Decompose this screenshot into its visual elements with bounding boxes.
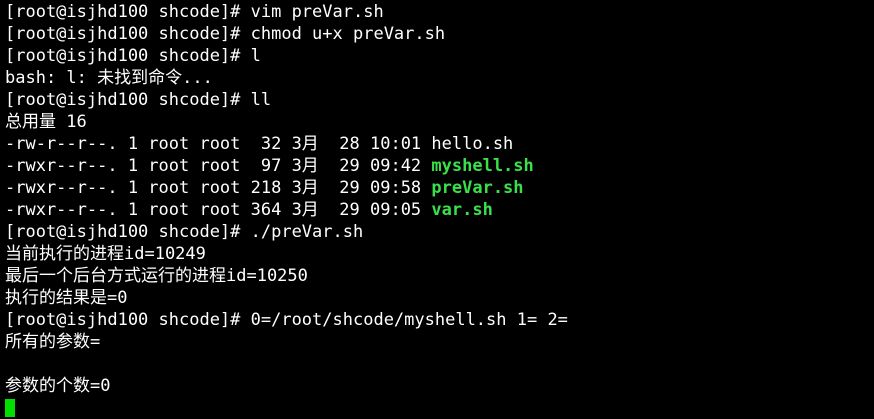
- file-listing-row: -rwxr--r--. 1 root root 97 3月 29 09:42 m…: [5, 155, 874, 177]
- file-meta: -rw-r--r--. 1 root root 32 3月 28 10:01: [5, 134, 432, 154]
- file-listing-row: -rwxr--r--. 1 root root 364 3月 29 09:05 …: [5, 199, 874, 221]
- command-line-vim: [root@isjhd100 shcode]# vim preVar.sh: [5, 2, 384, 22]
- command-line-chmod: [root@isjhd100 shcode]# chmod u+x preVar…: [5, 24, 446, 44]
- output-background-pid: 最后一个后台方式运行的进程id=10250: [5, 266, 308, 286]
- command-line-run-prevar: [root@isjhd100 shcode]# ./preVar.sh: [5, 222, 364, 242]
- command-line-positional-args: [root@isjhd100 shcode]# 0=/root/shcode/m…: [5, 310, 568, 330]
- output-exit-status: 执行的结果是=0: [5, 288, 128, 308]
- file-listing-row: -rwxr--r--. 1 root root 218 3月 29 09:58 …: [5, 177, 874, 199]
- command-line-l: [root@isjhd100 shcode]# l: [5, 46, 261, 66]
- file-meta: -rwxr--r--. 1 root root 364 3月 29 09:05: [5, 200, 432, 220]
- file-name-hello: hello.sh: [431, 134, 514, 154]
- output-blank-line: [5, 353, 874, 375]
- file-meta: -rwxr--r--. 1 root root 97 3月 29 09:42: [5, 156, 432, 176]
- output-arg-count: 参数的个数=0: [5, 376, 111, 396]
- output-all-args: 所有的参数=: [5, 332, 101, 352]
- file-name-var: var.sh: [431, 200, 493, 220]
- output-current-pid: 当前执行的进程id=10249: [5, 244, 206, 264]
- terminal-cursor: [5, 399, 15, 417]
- file-meta: -rwxr--r--. 1 root root 218 3月 29 09:58: [5, 178, 432, 198]
- prompt-line[interactable]: [5, 397, 874, 419]
- file-name-prevar: preVar.sh: [431, 178, 524, 198]
- command-line-ll: [root@isjhd100 shcode]# ll: [5, 90, 272, 110]
- file-listing-row: -rw-r--r--. 1 root root 32 3月 28 10:01 h…: [5, 133, 874, 155]
- terminal-window[interactable]: [root@isjhd100 shcode]# vim preVar.sh [r…: [0, 0, 874, 417]
- error-message: bash: l: 未找到命令...: [5, 68, 213, 88]
- file-name-myshell: myshell.sh: [431, 156, 534, 176]
- total-size-line: 总用量 16: [5, 112, 87, 132]
